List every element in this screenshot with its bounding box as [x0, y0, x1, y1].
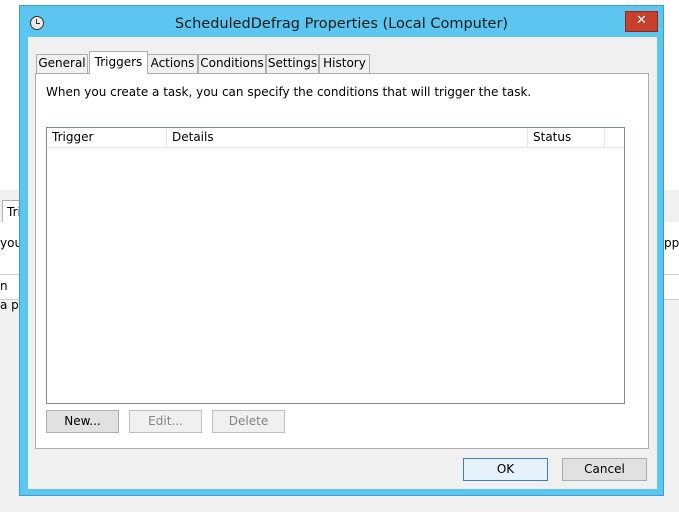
- tab-actions[interactable]: Actions: [147, 54, 198, 73]
- edit-trigger-button[interactable]: Edit...: [129, 410, 202, 433]
- triggers-list[interactable]: Trigger Details Status: [46, 127, 625, 404]
- properties-dialog: ScheduledDefrag Properties (Local Comput…: [19, 5, 664, 496]
- background-text: n: [0, 279, 8, 293]
- tab-history[interactable]: History: [319, 54, 370, 73]
- delete-trigger-button[interactable]: Delete: [212, 410, 285, 433]
- cancel-button[interactable]: Cancel: [562, 458, 647, 481]
- triggers-tab-page: When you create a task, you can specify …: [35, 73, 649, 449]
- triggers-description: When you create a task, you can specify …: [46, 85, 532, 99]
- window-title: ScheduledDefrag Properties (Local Comput…: [174, 16, 509, 32]
- column-header-status[interactable]: Status: [528, 128, 605, 147]
- tab-settings[interactable]: Settings: [266, 54, 319, 73]
- background-text: ppe: [664, 236, 679, 250]
- tab-general[interactable]: General: [36, 54, 88, 73]
- ok-button[interactable]: OK: [463, 458, 548, 481]
- tab-triggers[interactable]: Triggers: [89, 51, 148, 74]
- column-header-details[interactable]: Details: [167, 128, 528, 147]
- list-header: Trigger Details Status: [47, 128, 624, 148]
- new-trigger-button[interactable]: New...: [46, 410, 119, 433]
- close-button[interactable]: ✕: [625, 11, 658, 32]
- column-header-trigger[interactable]: Trigger: [47, 128, 167, 147]
- dialog-client-area: General Triggers Actions Conditions Sett…: [28, 37, 657, 489]
- tab-conditions[interactable]: Conditions: [198, 54, 266, 73]
